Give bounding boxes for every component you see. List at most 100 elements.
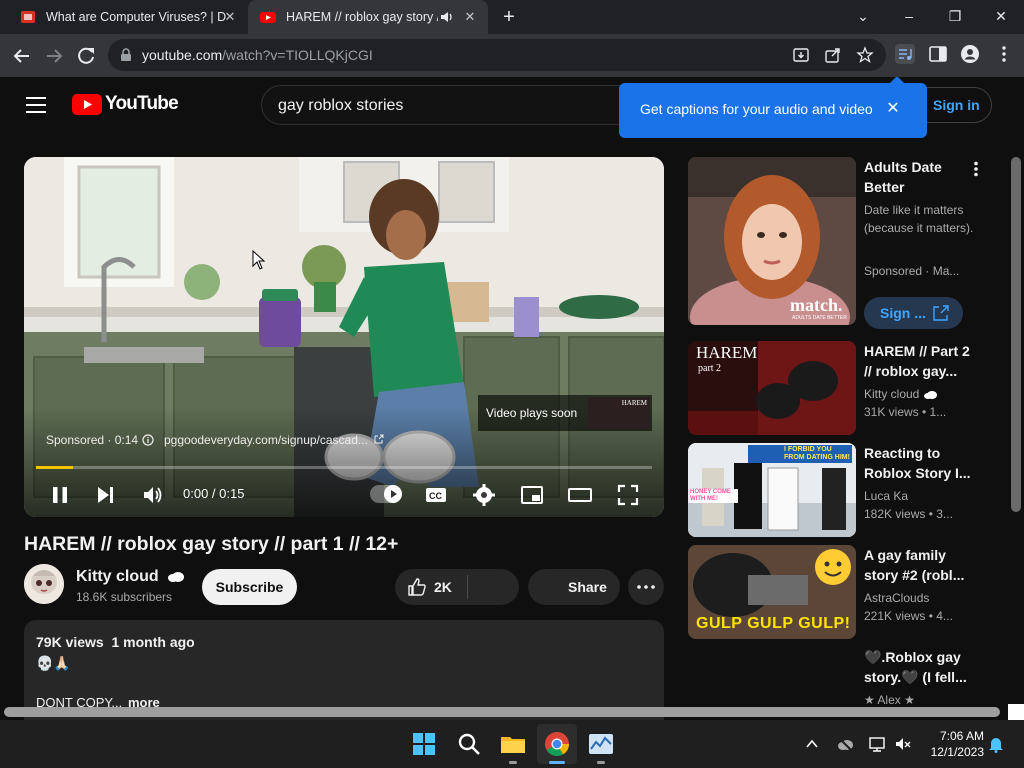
url-path: /watch?v=TIOLLQKjCGI [222, 47, 373, 63]
tab-close-icon[interactable]: ✕ [462, 9, 478, 25]
search-input[interactable]: gay roblox stories [261, 85, 681, 125]
new-tab-plus-icon[interactable]: + [498, 6, 520, 28]
thumb-caption-text: GULP GULP GULP! [696, 615, 851, 632]
back-arrow-icon[interactable] [10, 44, 34, 68]
forward-arrow-icon[interactable] [42, 44, 66, 68]
closed-captions-icon[interactable]: CC [424, 483, 448, 507]
kebab-menu-icon[interactable] [994, 44, 1014, 64]
like-button[interactable] [395, 569, 467, 605]
thumb-caption-text-2: HONEY COME WITH ME! [690, 489, 738, 503]
dislike-button[interactable] [468, 569, 519, 605]
description-emoji: 💀🙏🏻 [36, 655, 71, 671]
match-logo-text: match. [790, 295, 843, 315]
tooltip-close-icon[interactable]: ✕ [883, 99, 903, 119]
tab-title: HAREM // roblox gay story / [286, 10, 438, 24]
video-plays-soon-label: Video plays soon [486, 406, 578, 420]
ad-url-link[interactable]: pggoodeveryday.com/signup/cascad... [164, 433, 368, 447]
video-channel: AstraClouds [864, 591, 930, 605]
taskmgr-running-indicator [597, 761, 605, 764]
video-views: 31K views • 1... [864, 405, 947, 419]
like-dislike-group [395, 569, 519, 605]
autoplay-toggle[interactable] [370, 485, 402, 503]
search-icon[interactable] [453, 728, 485, 760]
bookmark-star-icon[interactable] [856, 46, 874, 64]
lock-icon[interactable] [120, 48, 132, 62]
scroll-corner [1008, 704, 1024, 720]
horizontal-scrollbar[interactable] [4, 707, 1000, 717]
fullscreen-icon[interactable] [616, 483, 640, 507]
next-icon[interactable] [94, 483, 118, 507]
ad-options-kebab-icon[interactable] [973, 161, 979, 177]
side-panel-icon[interactable] [928, 44, 948, 64]
tab-harem-video[interactable]: HAREM // roblox gay story / ✕ [248, 0, 488, 34]
file-explorer-icon[interactable] [497, 728, 529, 760]
network-icon[interactable] [868, 735, 886, 753]
more-actions-button[interactable] [628, 569, 664, 605]
subscribe-button[interactable]: Subscribe [202, 569, 297, 605]
video-plays-soon-card[interactable]: Video plays soon HAREM [478, 395, 652, 431]
video-player[interactable]: Sponsored · 0:14 pggoodeveryday.com/sign… [24, 157, 664, 517]
thumb-caption-text: I FORBID YOU FROM DATING HIM! [784, 446, 850, 461]
video-title: HAREM // roblox gay story // part 1 // 1… [24, 533, 399, 555]
external-link-icon[interactable] [374, 434, 384, 444]
chrome-icon[interactable] [541, 728, 573, 760]
onedrive-icon[interactable] [836, 735, 854, 753]
vertical-scrollbar[interactable] [1011, 157, 1021, 512]
subscriber-count: 18.6K subscribers [76, 590, 173, 604]
channel-name[interactable]: Kitty cloud [76, 568, 185, 586]
tab-audio-icon[interactable] [440, 10, 454, 24]
ad-description: Date like it matters (because it matters… [864, 203, 974, 235]
sidebar-video-item[interactable]: I FORBID YOU FROM DATING HIM! HONEY COME… [688, 443, 988, 537]
ad-info-icon[interactable] [142, 434, 154, 446]
profile-icon[interactable] [960, 44, 980, 64]
miniplayer-icon[interactable] [520, 483, 544, 507]
volume-muted-icon[interactable] [894, 735, 912, 753]
youtube-logo[interactable]: YouTube [72, 93, 179, 115]
reload-icon[interactable] [74, 44, 98, 68]
hamburger-menu-icon[interactable] [24, 96, 48, 114]
close-window-icon[interactable]: ✕ [986, 4, 1016, 28]
video-views: 221K views • 4... [864, 609, 953, 623]
sign-in-label: Sign in [933, 97, 980, 113]
address-bar[interactable]: youtube.com/watch?v=TIOLLQKjCGI [108, 39, 886, 71]
tab-computer-viruses[interactable]: What are Computer Viruses? | D ✕ [8, 0, 248, 34]
install-icon[interactable] [792, 46, 810, 64]
cloud-icon [168, 571, 185, 582]
video-thumbnail: HAREM part 2 [688, 341, 856, 435]
tab-search-chevron-icon[interactable]: ⌄ [848, 4, 878, 28]
sidebar-video-item[interactable]: GULP GULP GULP! A gay family story #2 (r… [688, 545, 988, 639]
share-page-icon[interactable] [824, 46, 842, 64]
autoplay-play-icon [384, 485, 402, 503]
thumb-subtitle-text: part 2 [698, 363, 722, 374]
ad-meta: Sponsored · Ma... [864, 264, 959, 278]
browser-tab-strip: What are Computer Viruses? | D ✕ HAREM /… [0, 0, 1024, 34]
video-title: HAREM // Part 2 // roblox gay... [864, 343, 970, 379]
open-external-icon [933, 305, 949, 321]
restore-icon[interactable]: ❐ [940, 4, 970, 28]
tab-close-icon[interactable]: ✕ [222, 9, 238, 25]
ad-signup-button[interactable]: Sign ... [864, 297, 963, 329]
system-clock[interactable]: 7:06 AM 12/1/2023 [922, 728, 984, 760]
pause-icon[interactable] [48, 483, 72, 507]
channel-name-text: Kitty cloud [76, 568, 159, 585]
media-control-icon[interactable] [895, 44, 915, 64]
minimize-icon[interactable]: – [894, 4, 924, 28]
chevron-up-icon[interactable] [805, 737, 819, 751]
task-manager-icon[interactable] [585, 728, 617, 760]
sidebar-ad-item[interactable]: match. ADULTS DATE BETTER Adults Date Be… [688, 157, 988, 329]
theater-mode-icon[interactable] [568, 483, 592, 507]
notification-bell-icon[interactable] [988, 735, 1004, 753]
windows-start-icon[interactable] [408, 728, 440, 760]
sidebar-video-item[interactable]: HAREM part 2 HAREM // Part 2 // roblox g… [688, 341, 988, 435]
description-box[interactable]: 79K views 1 month ago 💀🙏🏻 DONT COPY... m… [24, 620, 664, 720]
up-next-thumb-text: HAREM [621, 399, 647, 407]
channel-avatar[interactable] [24, 564, 64, 604]
tab-title: What are Computer Viruses? | D [46, 10, 227, 24]
horizontal-dots-icon [637, 585, 655, 589]
volume-icon[interactable] [141, 483, 165, 507]
progress-track[interactable] [36, 466, 652, 469]
youtube-wordmark: YouTube [105, 93, 179, 114]
settings-gear-icon[interactable] [472, 483, 496, 507]
favicon-icon [21, 11, 35, 23]
tooltip-arrow [889, 77, 905, 84]
